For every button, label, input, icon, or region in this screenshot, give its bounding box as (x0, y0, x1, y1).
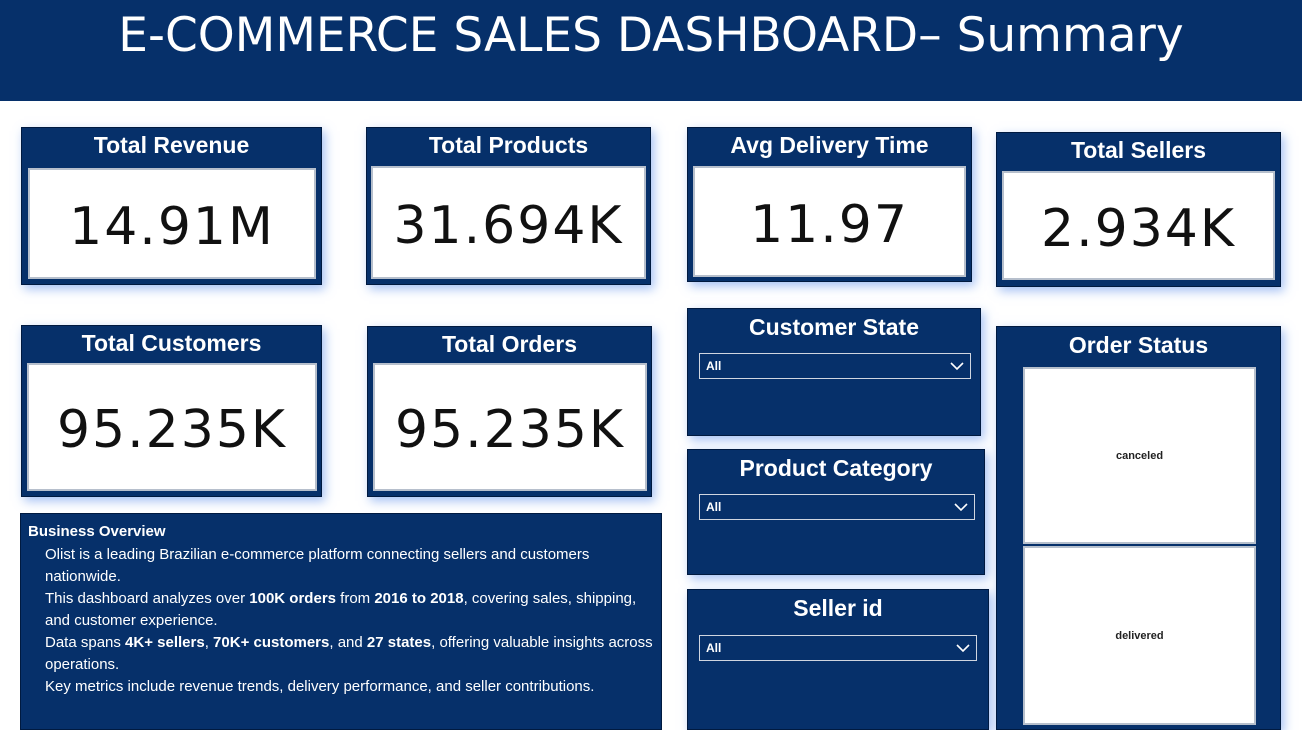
overview-bold: 70K+ customers (213, 634, 330, 651)
value-box: 31.694K (371, 166, 646, 279)
card-title: Total Orders (441, 331, 578, 357)
overview-text: Key metrics include revenue trends, deli… (45, 678, 595, 695)
overview-bold: 4K+ sellers (125, 634, 205, 651)
card-title: Total Products (428, 132, 589, 158)
product-category-slicer: Product Category All (687, 449, 985, 575)
business-overview-panel: Business Overview Olist is a leading Bra… (20, 513, 662, 730)
avg-delivery-time-card: Avg Delivery Time 11.97 (687, 127, 972, 282)
overview-text: Data spans (45, 634, 126, 651)
card-title: Avg Delivery Time (730, 132, 929, 158)
page-title: E-COMMERCE SALES DASHBOARD– Summary (118, 8, 1184, 63)
overview-bold: 100K orders (249, 590, 336, 607)
total-products-card: Total Products 31.694K (366, 127, 651, 285)
overview-text: This dashboard analyzes over (45, 590, 250, 607)
status-label: canceled (1115, 449, 1164, 462)
chevron-down-icon (950, 362, 964, 371)
overview-bold: 27 states (366, 634, 432, 651)
overview-title: Business Overview (28, 523, 166, 540)
customer-state-slicer: Customer State All (687, 308, 981, 436)
card-title: Total Revenue (93, 132, 250, 158)
slicer-title: Seller id (793, 595, 883, 621)
value-box: 2.934K (1002, 171, 1275, 280)
overview-item: Data spans 4K+ sellers, 70K+ customers, … (45, 632, 657, 676)
dropdown-value: All (706, 641, 722, 655)
slicer-title: Customer State (749, 314, 919, 340)
card-value: 95.235K (394, 400, 626, 460)
value-box: 14.91M (28, 168, 316, 279)
status-label: delivered (1115, 629, 1164, 642)
card-value: 31.694K (393, 195, 624, 256)
total-revenue-card: Total Revenue 14.91M (21, 127, 322, 285)
order-status-item-canceled[interactable]: canceled (1023, 367, 1256, 544)
overview-item: Key metrics include revenue trends, deli… (45, 676, 657, 698)
overview-item: This dashboard analyzes over 100K orders… (45, 588, 657, 632)
seller-id-slicer: Seller id All (687, 589, 989, 730)
card-value: 14.91M (69, 196, 275, 257)
dropdown-value: All (706, 359, 722, 373)
slicer-title: Order Status (1068, 332, 1209, 358)
product-category-dropdown[interactable]: All (699, 494, 975, 520)
order-status-slicer: Order Status canceled delivered (996, 326, 1281, 730)
overview-text: , (204, 634, 214, 651)
card-value: 95.235K (56, 400, 288, 460)
order-status-item-delivered[interactable]: delivered (1023, 546, 1256, 725)
overview-item: Olist is a leading Brazilian e-commerce … (45, 544, 657, 588)
card-title: Total Sellers (1070, 137, 1207, 163)
value-box: 95.235K (27, 363, 317, 491)
dropdown-value: All (706, 500, 722, 514)
chevron-down-icon (956, 644, 970, 653)
total-orders-card: Total Orders 95.235K (367, 326, 652, 497)
total-customers-card: Total Customers 95.235K (21, 325, 322, 497)
chevron-down-icon (954, 503, 968, 512)
card-title: Total Customers (81, 330, 262, 356)
header-bar: E-COMMERCE SALES DASHBOARD– Summary (0, 0, 1302, 101)
overview-list: Olist is a leading Brazilian e-commerce … (45, 544, 657, 698)
value-box: 11.97 (693, 166, 966, 277)
slicer-title: Product Category (739, 455, 933, 481)
overview-text: from (336, 590, 375, 607)
overview-text: , and (329, 634, 367, 651)
seller-id-dropdown[interactable]: All (699, 635, 977, 661)
overview-text: Olist is a leading Brazilian e-commerce … (45, 546, 590, 585)
overview-bold: 2016 to 2018 (374, 590, 464, 607)
card-value: 2.934K (1041, 198, 1236, 259)
total-sellers-card: Total Sellers 2.934K (996, 132, 1281, 287)
customer-state-dropdown[interactable]: All (699, 353, 971, 379)
value-box: 95.235K (373, 363, 647, 491)
card-value: 11.97 (750, 194, 909, 255)
